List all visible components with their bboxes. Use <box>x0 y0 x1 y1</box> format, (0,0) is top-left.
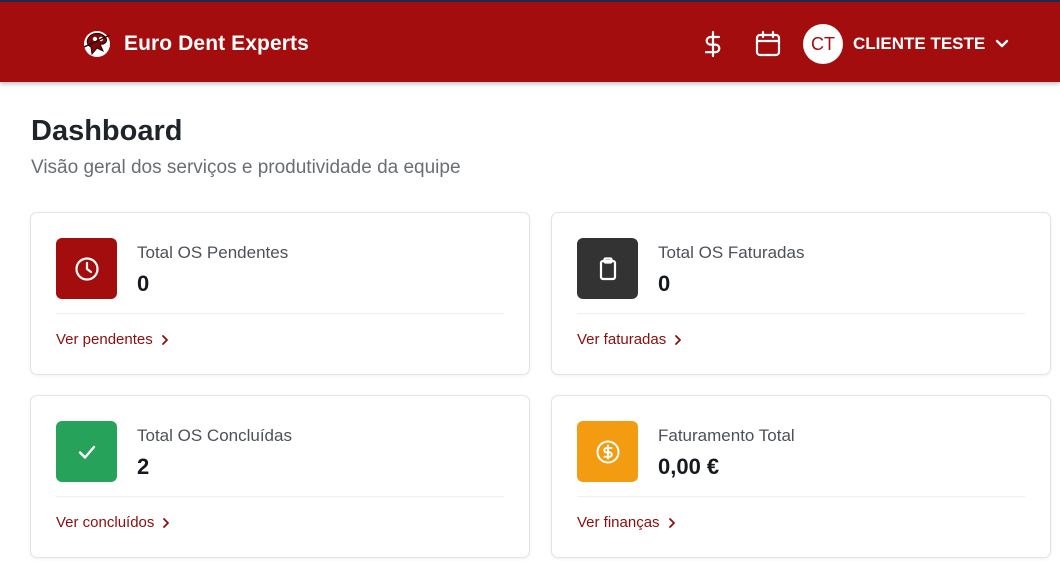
clock-icon <box>74 256 99 281</box>
link-label: Ver pendentes <box>56 331 153 348</box>
clipboard-icon <box>599 256 616 280</box>
dollar-icon[interactable] <box>698 29 728 59</box>
link-label: Ver faturadas <box>577 331 667 348</box>
avatar: CT <box>803 24 843 64</box>
view-finances-link[interactable]: Ver finanças <box>577 514 678 531</box>
view-pending-link[interactable]: Ver pendentes <box>56 331 171 348</box>
card-icon-box <box>577 238 638 299</box>
chevron-right-icon <box>674 334 684 346</box>
page-title: Dashboard <box>31 115 183 147</box>
card-label: Faturamento Total <box>658 426 795 445</box>
check-icon <box>78 445 95 459</box>
chevron-right-icon <box>668 517 678 529</box>
view-invoiced-link[interactable]: Ver faturadas <box>577 331 684 348</box>
brand[interactable]: Euro Dent Experts <box>80 26 309 62</box>
divider <box>577 313 1025 314</box>
stat-card-invoiced: Total OS Faturadas 0 Ver faturadas <box>551 212 1051 375</box>
chevron-right-icon <box>161 334 171 346</box>
card-value: 0 <box>137 271 150 296</box>
divider <box>56 313 504 314</box>
card-icon-box <box>56 421 117 482</box>
user-name: CLIENTE TESTE <box>853 34 986 53</box>
card-label: Total OS Faturadas <box>658 243 805 262</box>
stat-card-revenue: Faturamento Total 0,00 € Ver finanças <box>551 395 1051 558</box>
divider <box>577 496 1025 497</box>
stat-card-pending: Total OS Pendentes 0 Ver pendentes <box>30 212 530 375</box>
card-value: 0 <box>658 271 671 296</box>
calendar-icon[interactable] <box>753 29 783 59</box>
logo-icon <box>83 31 111 57</box>
card-icon-box <box>56 238 117 299</box>
user-menu[interactable]: CT CLIENTE TESTE <box>803 24 1009 64</box>
chevron-down-icon <box>995 37 1009 51</box>
link-label: Ver finanças <box>577 514 660 531</box>
view-completed-link[interactable]: Ver concluídos <box>56 514 172 531</box>
card-value: 0,00 € <box>658 454 720 479</box>
top-navbar: Euro Dent Experts CT CLIENTE TESTE <box>0 0 1060 82</box>
divider <box>56 496 504 497</box>
coin-dollar-icon <box>596 440 619 463</box>
card-value: 2 <box>137 454 150 479</box>
brand-name: Euro Dent Experts <box>124 32 309 55</box>
link-label: Ver concluídos <box>56 514 155 531</box>
stat-card-completed: Total OS Concluídas 2 Ver concluídos <box>30 395 530 558</box>
card-label: Total OS Pendentes <box>137 243 289 262</box>
card-icon-box <box>577 421 638 482</box>
page-subtitle: Visão geral dos serviços e produtividade… <box>31 157 461 178</box>
chevron-right-icon <box>162 517 172 529</box>
card-label: Total OS Concluídas <box>137 426 292 445</box>
